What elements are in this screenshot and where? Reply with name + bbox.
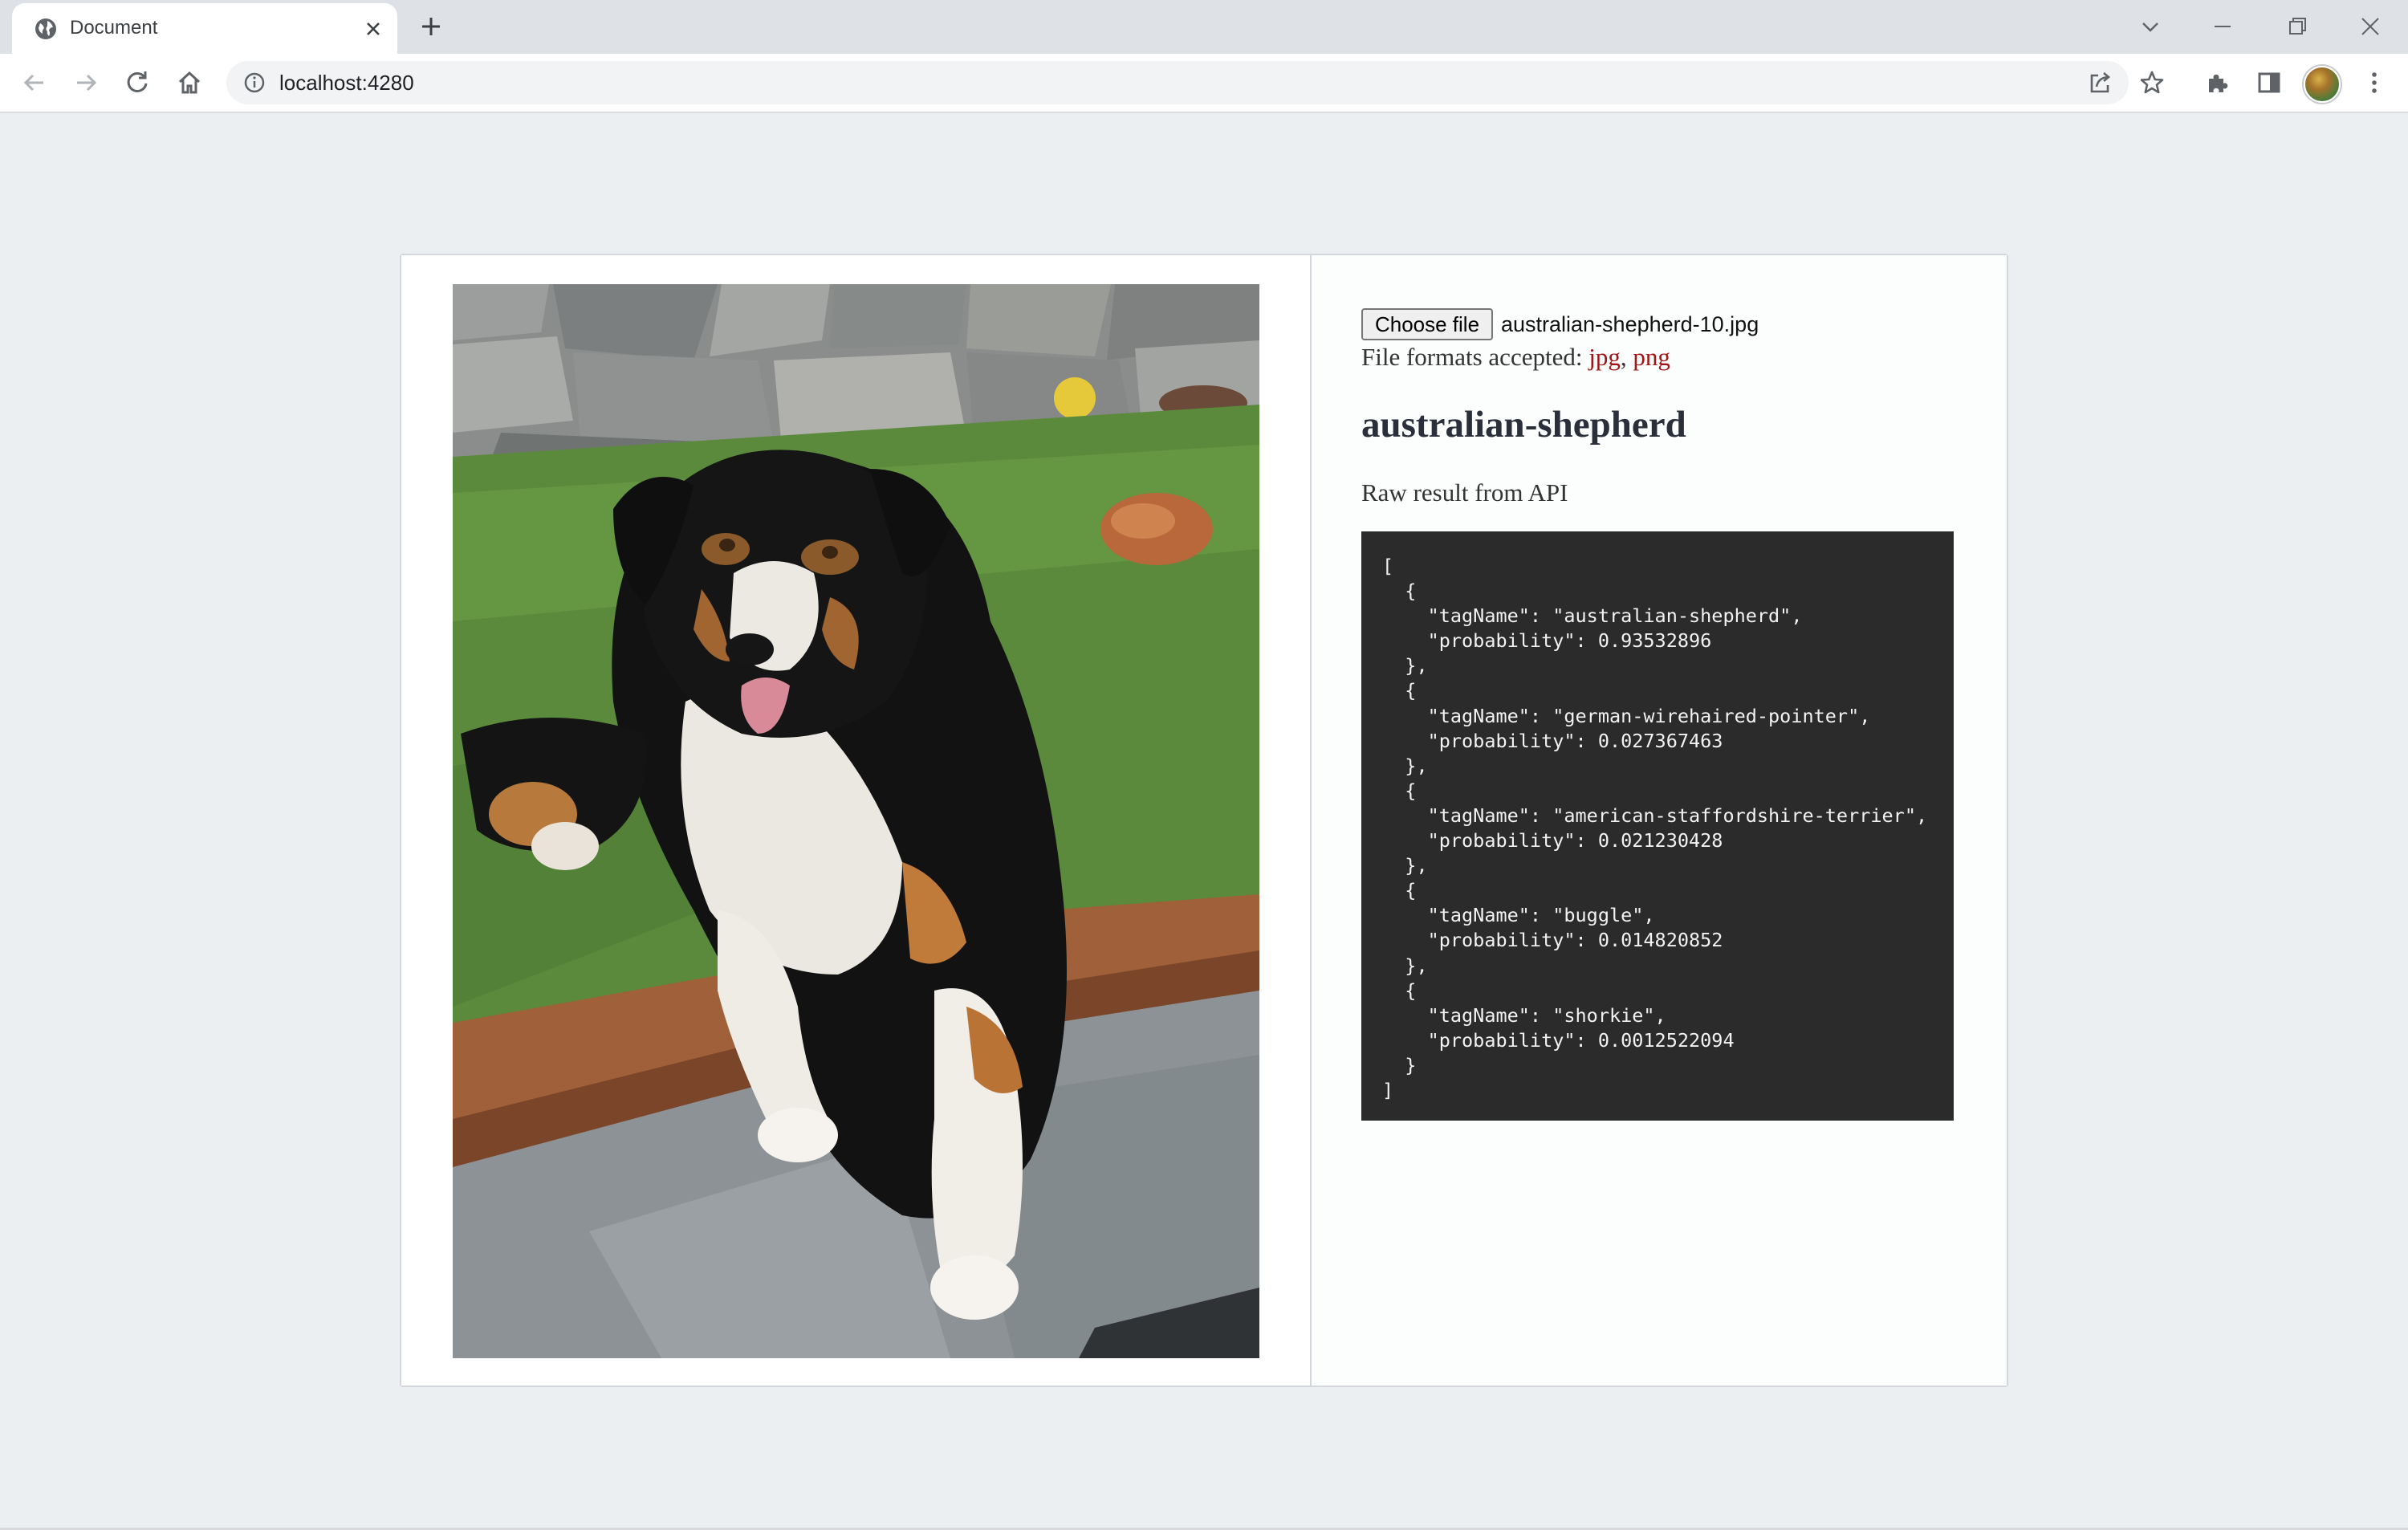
json-brace: }, [1382,654,1428,678]
json-probability-line: "probability": 0.014820852 [1382,929,1723,952]
side-panel-icon[interactable] [2254,67,2284,98]
selected-file-name: australian-shepherd-10.jpg [1501,312,1759,336]
json-brace: }, [1382,754,1428,777]
info-icon[interactable] [242,71,266,95]
json-bracket: [ [1382,555,1394,577]
tab-strip: Document [0,0,2408,54]
format-png: png [1633,343,1670,371]
json-brace: }, [1382,954,1428,977]
uploaded-dog-photo [453,284,1259,1358]
top-prediction-title: australian-shepherd [1361,404,1686,446]
url-text: localhost:4280 [279,71,414,95]
classifier-card: Choose file australian-shepherd-10.jpg F… [400,254,2008,1387]
json-brace: { [1382,679,1417,702]
close-icon[interactable] [2355,11,2386,42]
json-brace: } [1382,1053,1417,1076]
kebab-menu-icon[interactable] [2359,67,2390,98]
json-tagname-line: "tagName": "buggle", [1382,904,1655,927]
tab-title: Document [70,17,158,39]
formats-prefix: File formats accepted: [1361,343,1589,371]
raw-result-label: Raw result from API [1361,478,1568,507]
browser-toolbar: localhost:4280 [0,54,2408,113]
forward-arrow-icon[interactable] [71,67,101,98]
dog-photo-illustration [453,284,1259,1358]
globe-icon [35,18,56,39]
json-brace: { [1382,979,1417,1002]
back-arrow-icon[interactable] [19,67,50,98]
json-tagname-line: "tagName": "german-wirehaired-pointer", [1382,704,1871,727]
json-probability-line: "probability": 0.027367463 [1382,729,1723,752]
json-probability-line: "probability": 0.021230428 [1382,829,1723,852]
close-icon[interactable] [362,18,384,40]
avatar[interactable] [2304,66,2341,103]
image-pane [401,255,1312,1386]
minimize-icon[interactable] [2207,11,2238,42]
browser-tab[interactable]: Document [12,3,397,54]
json-brace: }, [1382,854,1428,877]
results-pane: Choose file australian-shepherd-10.jpg F… [1312,255,2007,1386]
json-probability-line: "probability": 0.93532896 [1382,629,1712,653]
share-icon[interactable] [2085,67,2116,98]
json-probability-line: "probability": 0.0012522094 [1382,1028,1735,1052]
json-brace: { [1382,879,1417,902]
json-brace: { [1382,779,1417,802]
chevron-down-icon[interactable] [2135,11,2166,42]
plus-icon[interactable] [417,13,445,40]
reload-icon[interactable] [122,67,153,98]
format-jpg: jpg [1588,343,1621,371]
json-tagname-line: "tagName": "shorkie", [1382,1003,1666,1027]
json-tagname-line: "tagName": "australian-shepherd", [1382,604,1803,628]
restore-icon[interactable] [2282,11,2312,42]
json-bracket: ] [1382,1078,1394,1101]
accepted-formats-note: File formats accepted: jpg, png [1361,340,1670,374]
json-tagname-line: "tagName": "american-staffordshire-terri… [1382,804,1928,827]
puzzle-icon[interactable] [2203,67,2233,98]
formats-separator: , [1620,343,1633,371]
home-icon[interactable] [174,67,205,98]
raw-json-output: [ { "tagName": "australian-shepherd", "p… [1361,531,1954,1121]
star-icon[interactable] [2137,67,2167,98]
json-brace: { [1382,580,1417,603]
address-bar[interactable]: localhost:4280 [226,61,2164,104]
choose-file-button[interactable]: Choose file [1361,308,1493,340]
